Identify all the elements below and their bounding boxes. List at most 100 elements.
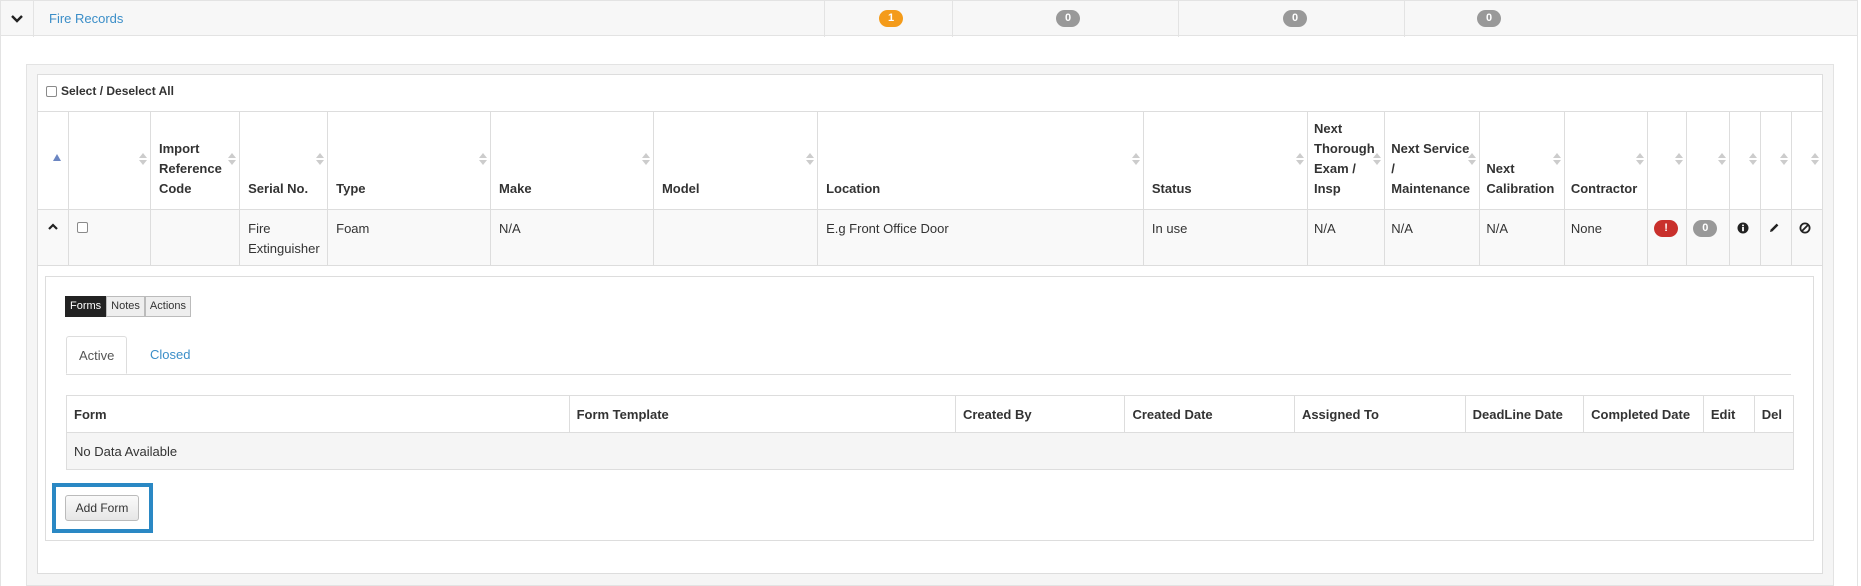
cell-count[interactable]: 0 bbox=[1686, 209, 1731, 266]
col-deadline-date[interactable]: DeadLine Date bbox=[1464, 395, 1585, 433]
count-badge: 0 bbox=[1283, 10, 1307, 27]
chevron-up-icon[interactable] bbox=[48, 223, 58, 230]
col-next-thorough[interactable]: Next Thorough Exam / Insp bbox=[1306, 111, 1386, 210]
info-icon[interactable] bbox=[1737, 222, 1749, 234]
col-edit[interactable] bbox=[1760, 111, 1792, 210]
col-next-calibration[interactable]: Next Calibration bbox=[1479, 111, 1565, 210]
tab-active[interactable]: Active bbox=[66, 336, 128, 374]
forms-table: Form Form Template Created By Created Da… bbox=[66, 395, 1795, 470]
records-table: Import Reference Code Serial No. Type Ma… bbox=[37, 111, 1824, 266]
col-make[interactable]: Make bbox=[490, 111, 654, 210]
sort-icon bbox=[1636, 153, 1645, 167]
row-select[interactable] bbox=[67, 209, 151, 266]
col-status[interactable]: Status bbox=[1142, 111, 1309, 210]
pencil-icon[interactable] bbox=[1768, 222, 1780, 234]
section-header: Fire Records 1 0 0 0 bbox=[0, 0, 1858, 37]
cell-make: N/A bbox=[490, 209, 654, 266]
cell-contractor: None bbox=[1563, 209, 1649, 266]
select-all[interactable]: Select / Deselect All bbox=[46, 84, 174, 98]
cell-edit[interactable] bbox=[1760, 209, 1792, 266]
forms-button[interactable]: Forms bbox=[65, 296, 107, 317]
row-checkbox[interactable] bbox=[76, 222, 88, 233]
count-cell: 0 bbox=[952, 1, 1179, 37]
sort-icon bbox=[641, 153, 650, 167]
col-del[interactable]: Del bbox=[1753, 395, 1795, 433]
sort-icon bbox=[1811, 153, 1819, 167]
col-alert[interactable] bbox=[1647, 111, 1688, 210]
col-label: Contractor bbox=[1570, 181, 1638, 196]
col-label: Status bbox=[1151, 181, 1192, 196]
detail-button-group: Forms Notes Actions bbox=[65, 296, 191, 317]
section-title[interactable]: Fire Records bbox=[49, 11, 123, 26]
col-contractor[interactable]: Contractor bbox=[1563, 111, 1649, 210]
col-label: Make bbox=[499, 181, 532, 196]
cell-disable[interactable] bbox=[1790, 209, 1824, 266]
col-select[interactable] bbox=[67, 111, 151, 210]
cell-info[interactable] bbox=[1729, 209, 1762, 266]
sort-icon bbox=[1296, 153, 1304, 167]
count-badge-orange: 1 bbox=[879, 10, 903, 27]
col-assigned-to[interactable]: Assigned To bbox=[1293, 395, 1466, 433]
col-expand[interactable] bbox=[37, 111, 69, 210]
empty-message: No Data Available bbox=[66, 432, 1794, 470]
count-cell: 0 bbox=[1178, 1, 1405, 37]
count-badge: 0 bbox=[1056, 10, 1080, 27]
col-label: Next Service / Maintenance bbox=[1391, 141, 1471, 196]
col-created-date[interactable]: Created Date bbox=[1124, 395, 1295, 433]
col-completed-date[interactable]: Completed Date bbox=[1583, 395, 1704, 433]
col-label: Next Calibration bbox=[1486, 161, 1555, 196]
cell-location: E.g Front Office Door bbox=[817, 209, 1144, 266]
sort-icon bbox=[228, 153, 237, 167]
col-label: Serial No. bbox=[248, 181, 309, 196]
col-import-ref[interactable]: Import Reference Code bbox=[149, 111, 241, 210]
ban-icon[interactable] bbox=[1799, 222, 1811, 234]
sort-asc-icon bbox=[53, 154, 61, 161]
cell-next-calibration: N/A bbox=[1479, 209, 1565, 266]
col-label: Type bbox=[336, 181, 366, 196]
table-row: Fire Extinguisher Foam N/A E.g Front Off… bbox=[37, 209, 1824, 266]
sort-icon bbox=[1749, 153, 1758, 167]
sort-icon bbox=[1675, 153, 1684, 167]
actions-button[interactable]: Actions bbox=[144, 296, 191, 317]
alert-badge[interactable]: ! bbox=[1654, 220, 1679, 237]
col-count[interactable] bbox=[1686, 111, 1731, 210]
col-info[interactable] bbox=[1729, 111, 1762, 210]
forms-tabs: Active Closed bbox=[66, 336, 1791, 375]
col-location[interactable]: Location bbox=[817, 111, 1144, 210]
sort-icon bbox=[1779, 153, 1788, 167]
count-badge[interactable]: 0 bbox=[1693, 220, 1718, 237]
col-form-template[interactable]: Form Template bbox=[568, 395, 956, 433]
row-collapse[interactable] bbox=[37, 209, 69, 266]
cell-next-service: N/A bbox=[1384, 209, 1481, 266]
cell-model bbox=[652, 209, 819, 266]
sort-icon bbox=[806, 153, 815, 167]
sort-icon bbox=[1131, 153, 1140, 167]
col-serial[interactable]: Serial No. bbox=[239, 111, 329, 210]
cell-status: In use bbox=[1142, 209, 1309, 266]
col-label: Model bbox=[661, 181, 700, 196]
col-edit[interactable]: Edit bbox=[1702, 395, 1755, 433]
select-all-label: Select / Deselect All bbox=[61, 84, 174, 98]
col-model[interactable]: Model bbox=[652, 111, 819, 210]
select-all-checkbox[interactable] bbox=[46, 85, 57, 97]
table-header-row: Import Reference Code Serial No. Type Ma… bbox=[37, 111, 1824, 210]
chevron-down-icon[interactable] bbox=[1, 1, 34, 37]
cell-alert[interactable]: ! bbox=[1647, 209, 1688, 266]
col-form[interactable]: Form bbox=[66, 395, 570, 433]
add-form-button[interactable]: Add Form bbox=[65, 495, 139, 521]
col-created-by[interactable]: Created By bbox=[954, 395, 1126, 433]
notes-button[interactable]: Notes bbox=[106, 296, 145, 317]
cell-type: Foam bbox=[327, 209, 492, 266]
col-label: Next Thorough Exam / Insp bbox=[1314, 121, 1375, 196]
sort-icon bbox=[138, 153, 147, 167]
col-type[interactable]: Type bbox=[327, 111, 492, 210]
count-cell: 1 bbox=[824, 1, 953, 37]
cell-next-thorough: N/A bbox=[1306, 209, 1386, 266]
col-label: Import Reference Code bbox=[158, 141, 222, 196]
sort-icon bbox=[1718, 153, 1727, 167]
tab-closed[interactable]: Closed bbox=[138, 336, 202, 374]
sort-icon bbox=[1552, 153, 1561, 167]
sort-icon bbox=[316, 153, 325, 167]
col-disable[interactable] bbox=[1790, 111, 1824, 210]
col-next-service[interactable]: Next Service / Maintenance bbox=[1384, 111, 1481, 210]
